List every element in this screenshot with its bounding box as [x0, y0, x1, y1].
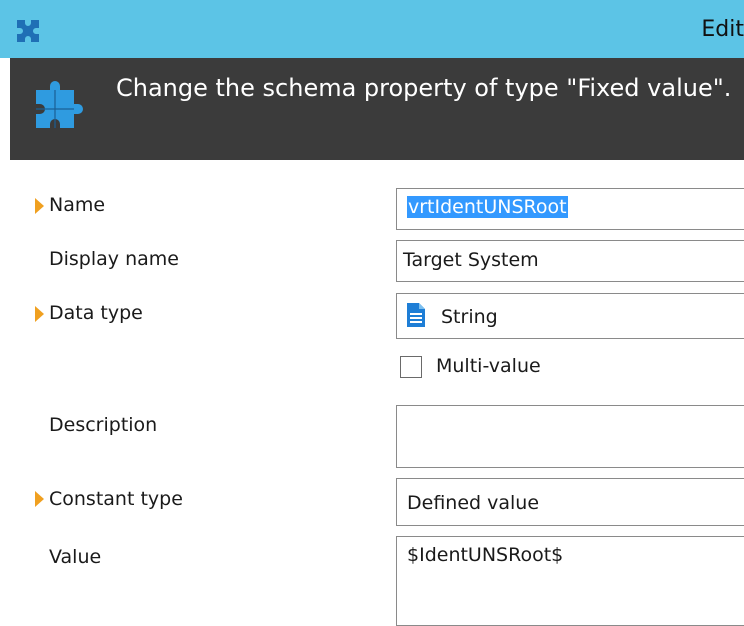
- header-text: Change the schema property of type "Fixe…: [116, 74, 732, 102]
- multi-value-checkbox[interactable]: [400, 356, 422, 378]
- required-marker: [35, 491, 44, 507]
- puzzle-icon: [17, 20, 39, 42]
- display-name-value: Target System: [403, 249, 539, 271]
- display-name-label: Display name: [49, 248, 179, 270]
- description-input[interactable]: [396, 405, 744, 468]
- property-form: Name vrtIdentUNSRoot Display name Target…: [0, 160, 744, 626]
- description-label: Description: [49, 414, 158, 436]
- puzzle-icon: [36, 81, 83, 128]
- data-type-value: String: [441, 306, 498, 328]
- multi-value-label: Multi-value: [436, 355, 541, 377]
- name-input[interactable]: vrtIdentUNSRoot: [396, 188, 744, 230]
- window-title: Edit: [701, 17, 744, 42]
- name-label: Name: [49, 194, 106, 216]
- value-label: Value: [49, 546, 102, 568]
- data-type-select[interactable]: String: [396, 293, 744, 339]
- required-marker: [35, 198, 44, 214]
- data-type-label: Data type: [49, 302, 143, 324]
- display-name-input[interactable]: Target System: [396, 240, 744, 282]
- constant-type-value: Defined value: [407, 492, 540, 514]
- document-icon: [407, 303, 425, 327]
- title-bar: Edit: [0, 0, 744, 58]
- name-value: vrtIdentUNSRoot: [407, 196, 568, 218]
- value-input[interactable]: $IdentUNSRoot$: [396, 536, 744, 626]
- value-text: $IdentUNSRoot$: [407, 544, 564, 566]
- constant-type-label: Constant type: [49, 488, 183, 510]
- required-marker: [35, 306, 44, 322]
- constant-type-select[interactable]: Defined value: [396, 478, 744, 526]
- dialog-header: Change the schema property of type "Fixe…: [10, 58, 744, 160]
